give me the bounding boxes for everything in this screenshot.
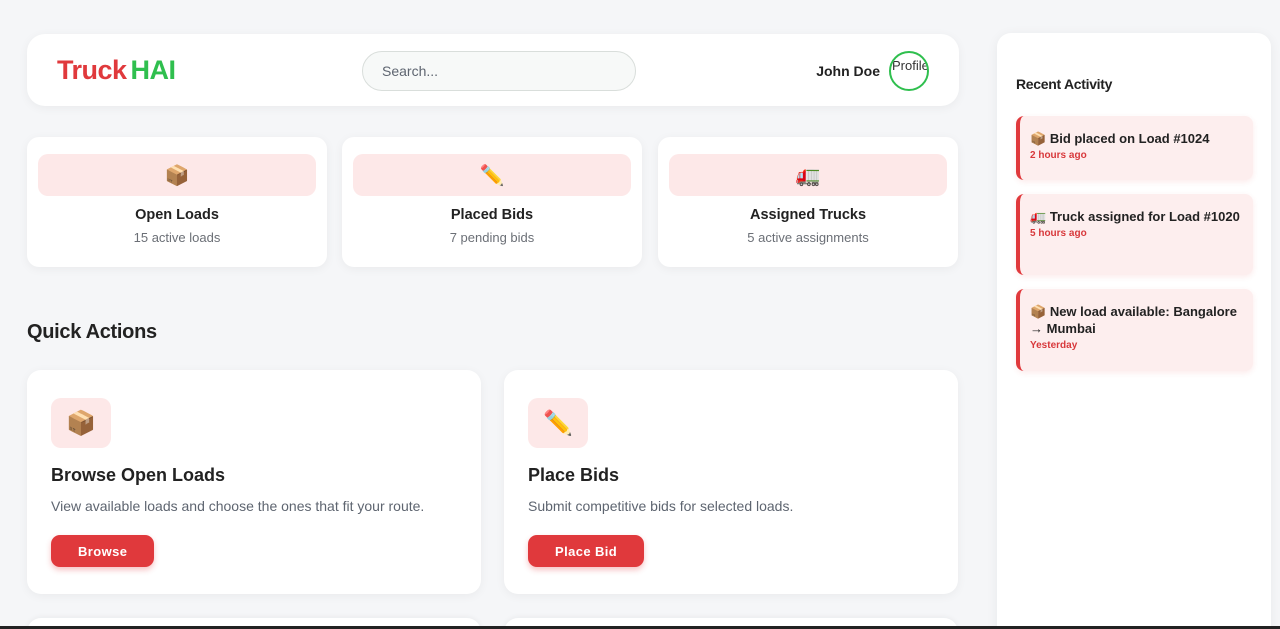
action-description: View available loads and choose the ones…	[51, 498, 425, 514]
activity-item[interactable]: 📦 Bid placed on Load #1024 2 hours ago	[1016, 116, 1253, 180]
truck-icon: 🚛	[669, 154, 947, 196]
activity-label: New load available: Bangalore → Mumbai	[1030, 304, 1237, 336]
browse-button[interactable]: Browse	[51, 535, 155, 567]
search-input[interactable]	[362, 51, 636, 91]
package-icon: 📦	[1030, 304, 1047, 319]
user-name: John Doe	[816, 63, 880, 79]
activity-text: 📦 Bid placed on Load #1024	[1030, 130, 1245, 147]
activity-label: Bid placed on Load #1024	[1049, 131, 1210, 146]
stats-row: 📦 Open Loads 15 active loads ✏️ Placed B…	[27, 137, 959, 267]
place-bid-button[interactable]: Place Bid	[528, 535, 645, 567]
activity-time: 2 hours ago	[1030, 150, 1087, 161]
avatar[interactable]: Profile	[889, 51, 929, 91]
stat-card-assigned-trucks[interactable]: 🚛 Assigned Trucks 5 active assignments	[658, 137, 958, 267]
activity-item[interactable]: 🚛 Truck assigned for Load #1020 5 hours …	[1016, 194, 1253, 275]
activity-text: 📦 New load available: Bangalore → Mumbai	[1030, 303, 1245, 337]
stat-title: Placed Bids	[450, 207, 534, 223]
logo[interactable]: Truck HAI	[57, 55, 176, 86]
package-icon: 📦	[51, 398, 111, 448]
action-title: Browse Open Loads	[51, 465, 226, 485]
stat-subtitle: 5 active assignments	[747, 230, 869, 245]
recent-activity-panel: Recent Activity 📦 Bid placed on Load #10…	[997, 33, 1271, 629]
stat-card-open-loads[interactable]: 📦 Open Loads 15 active loads	[27, 137, 327, 267]
quick-actions-title: Quick Actions	[27, 321, 157, 343]
action-card-place-bids: ✏️ Place Bids Submit competitive bids fo…	[504, 370, 958, 594]
stat-title: Open Loads	[135, 207, 219, 223]
activity-time: Yesterday	[1030, 340, 1078, 351]
activity-label: Truck assigned for Load #1020	[1049, 209, 1240, 224]
action-title: Place Bids	[528, 465, 620, 485]
pencil-icon: ✏️	[528, 398, 588, 448]
stat-card-placed-bids[interactable]: ✏️ Placed Bids 7 pending bids	[342, 137, 642, 267]
top-bar: TruckHAI John Doe Profile	[27, 34, 959, 106]
activity-time: 5 hours ago	[1030, 228, 1087, 239]
logo-truck-text: Truck	[57, 55, 127, 85]
logo-hai-text: HAI	[130, 55, 177, 85]
truck-icon: 🚛	[1030, 209, 1047, 224]
activity-text: 🚛 Truck assigned for Load #1020	[1030, 208, 1245, 225]
pencil-icon: ✏️	[353, 154, 631, 196]
user-menu[interactable]: John Doe Profile	[816, 51, 929, 91]
main-content: TruckHAI John Doe Profile 📦 Open Loads 1…	[27, 34, 959, 629]
recent-activity-title: Recent Activity	[1016, 76, 1113, 92]
activity-item[interactable]: 📦 New load available: Bangalore → Mumbai…	[1016, 289, 1253, 371]
package-icon: 📦	[38, 154, 316, 196]
package-icon: 📦	[1030, 131, 1047, 146]
stat-subtitle: 15 active loads	[133, 230, 221, 245]
stat-subtitle: 7 pending bids	[449, 230, 535, 245]
stat-title: Assigned Trucks	[749, 207, 867, 223]
action-card-browse-loads: 📦 Browse Open Loads View available loads…	[27, 370, 481, 594]
action-description: Submit competitive bids for selected loa…	[528, 498, 794, 514]
